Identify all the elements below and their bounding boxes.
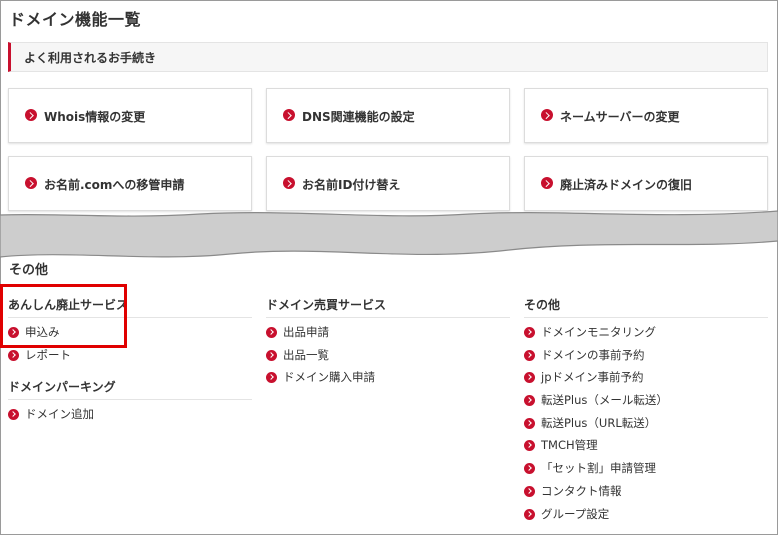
page-title: ドメイン機能一覧 [9, 10, 142, 29]
onamae-id-change-button[interactable]: お名前ID付け替え [266, 156, 510, 211]
other-section-title: その他 [9, 263, 49, 278]
chevron-right-circle-icon [266, 349, 277, 361]
link-label: グループ設定 [541, 506, 610, 521]
chevron-right-circle-icon [524, 485, 535, 497]
link-label: 転送Plus（URL転送） [541, 415, 657, 430]
domain-purchase-request-link[interactable]: ドメイン購入申請 [266, 366, 510, 389]
chevron-right-circle-icon [266, 327, 277, 338]
chevron-right-circle-icon [524, 395, 535, 407]
chevron-right-circle-icon [25, 177, 37, 189]
chevron-right-circle-icon [8, 349, 19, 361]
link-label: TMCH管理 [541, 438, 598, 453]
quick-section-title: よく利用されるお手続き [24, 51, 157, 65]
domain-parking-heading: ドメインパーキング [8, 378, 252, 401]
chevron-right-circle-icon [524, 372, 535, 384]
domain-pre-reservation-link[interactable]: ドメインの事前予約 [524, 344, 768, 367]
link-label: ドメイン追加 [25, 407, 94, 422]
chevron-right-circle-icon [524, 440, 535, 452]
chevron-right-circle-icon [8, 409, 19, 421]
column-other: その他 ドメインモニタリング ドメインの事前予約 jpドメイン事前予約 転送Pl… [524, 296, 768, 525]
transfer-request-button[interactable]: お名前.comへの移管申請 [8, 156, 252, 211]
domain-restore-label: 廃止済みドメインの復旧 [560, 178, 693, 192]
dns-settings-label: DNS関連機能の設定 [302, 110, 415, 124]
listing-request-link[interactable]: 出品申請 [266, 321, 510, 344]
nameserver-change-button[interactable]: ネームサーバーの変更 [524, 88, 768, 143]
torn-page-separator [0, 210, 778, 258]
chevron-right-circle-icon [541, 109, 553, 121]
chevron-right-circle-icon [524, 349, 535, 361]
domain-restore-button[interactable]: 廃止済みドメインの復旧 [524, 156, 768, 211]
highlight-annotation-box [0, 284, 127, 348]
domain-monitoring-link[interactable]: ドメインモニタリング [524, 321, 768, 344]
set-discount-link[interactable]: 「セット割」申請管理 [524, 457, 768, 480]
nameserver-change-label: ネームサーバーの変更 [560, 110, 680, 124]
chevron-right-circle-icon [283, 109, 295, 121]
link-label: 転送Plus（メール転送） [541, 393, 668, 408]
chevron-right-circle-icon [266, 372, 277, 384]
whois-change-label: Whois情報の変更 [44, 110, 146, 124]
link-label: 出品申請 [283, 325, 329, 339]
forward-plus-url-link[interactable]: 転送Plus（URL転送） [524, 412, 768, 435]
jp-domain-pre-reservation-link[interactable]: jpドメイン事前予約 [524, 366, 768, 389]
link-label: 出品一覧 [283, 347, 329, 362]
chevron-right-circle-icon [524, 417, 535, 429]
chevron-right-circle-icon [524, 508, 535, 520]
domain-trading-heading: ドメイン売買サービス [266, 296, 510, 318]
group-settings-link[interactable]: グループ設定 [524, 503, 768, 526]
link-label: ドメインの事前予約 [541, 347, 645, 362]
dns-settings-button[interactable]: DNS関連機能の設定 [266, 88, 510, 143]
link-label: ドメインモニタリング [541, 325, 656, 339]
onamae-id-change-label: お名前ID付け替え [302, 178, 401, 192]
chevron-right-circle-icon [524, 463, 535, 475]
forward-plus-mail-link[interactable]: 転送Plus（メール転送） [524, 389, 768, 412]
domain-parking-add-link[interactable]: ドメイン追加 [8, 403, 252, 426]
link-label: 「セット割」申請管理 [541, 461, 656, 476]
chevron-right-circle-icon [25, 109, 37, 121]
tmch-management-link[interactable]: TMCH管理 [524, 434, 768, 457]
link-label: ドメイン購入申請 [283, 370, 375, 385]
listing-list-link[interactable]: 出品一覧 [266, 344, 510, 367]
quick-section-header: よく利用されるお手続き [8, 42, 768, 72]
link-label: レポート [25, 347, 71, 362]
other-heading: その他 [524, 296, 768, 318]
chevron-right-circle-icon [541, 177, 553, 189]
contact-info-link[interactable]: コンタクト情報 [524, 480, 768, 503]
link-label: jpドメイン事前予約 [541, 370, 644, 385]
column-domain-trading: ドメイン売買サービス 出品申請 出品一覧 ドメイン購入申請 [266, 296, 510, 389]
transfer-request-label: お名前.comへの移管申請 [44, 178, 185, 192]
link-label: コンタクト情報 [541, 483, 622, 498]
whois-change-button[interactable]: Whois情報の変更 [8, 88, 252, 143]
chevron-right-circle-icon [283, 177, 295, 189]
chevron-right-circle-icon [524, 327, 535, 338]
